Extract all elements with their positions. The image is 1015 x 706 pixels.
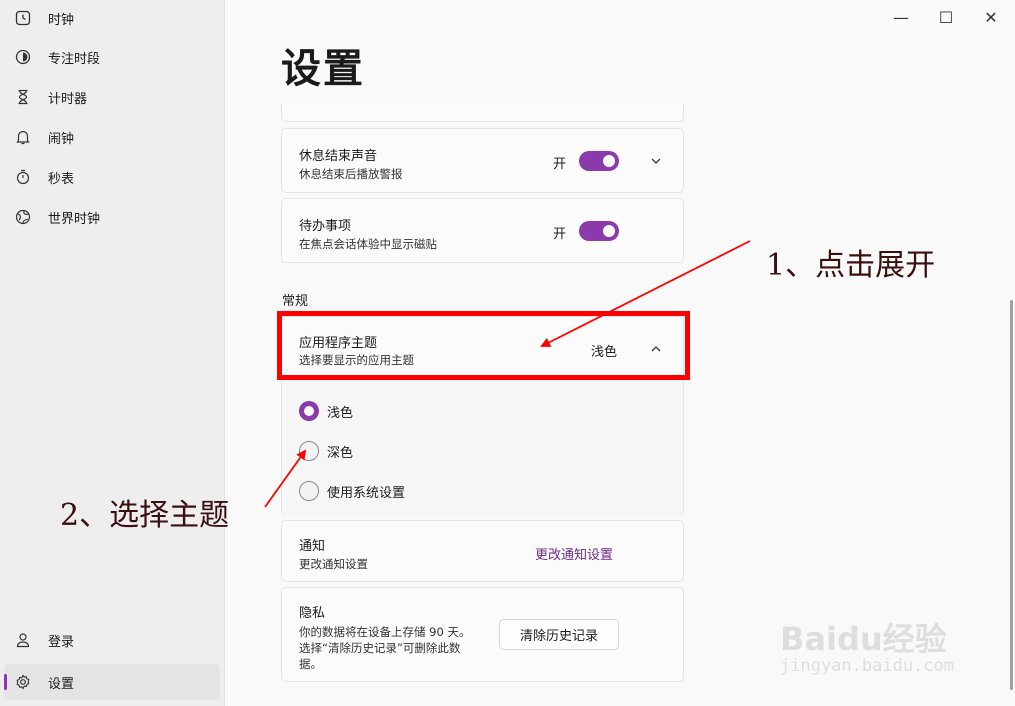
radio-selected[interactable] (299, 401, 319, 421)
break-sound-toggle[interactable] (579, 151, 619, 171)
sidebar-item-label: 设置 (48, 676, 75, 692)
watermark-logo: Baidu经验 (780, 620, 947, 658)
annotation-highlight-box (277, 311, 690, 380)
chevron-down-icon[interactable] (649, 154, 663, 168)
notifications-desc: 更改通知设置 (299, 557, 368, 571)
minimize-button[interactable]: — (890, 6, 912, 28)
option-label: 使用系统设置 (327, 485, 406, 501)
sidebar-item-alarm[interactable]: 闹钟 (4, 119, 220, 155)
annotation-step1: 1、点击展开 (766, 248, 936, 283)
user-icon (14, 631, 32, 649)
sidebar-item-focus[interactable]: 专注时段 (4, 39, 220, 75)
gear-icon (14, 673, 32, 691)
focus-icon (14, 48, 32, 66)
annotation-step2: 2、选择主题 (60, 498, 230, 533)
scrolled-card (281, 104, 684, 122)
sidebar-item-world-clock[interactable]: 世界时钟 (4, 199, 220, 235)
theme-option-system[interactable]: 使用系统设置 (299, 481, 405, 501)
notifications-title: 通知 (299, 539, 326, 554)
sidebar-item-label: 秒表 (48, 171, 75, 187)
theme-option-light[interactable]: 浅色 (299, 401, 353, 421)
sidebar: 时钟 专注时段 计时器 闹钟 秒表 世界时钟 登录 设置 (0, 0, 225, 706)
privacy-desc-3: 据。 (299, 657, 322, 671)
break-sound-desc: 休息结束后播放警报 (299, 167, 403, 181)
sidebar-item-settings[interactable]: 设置 (4, 664, 220, 700)
todo-state: 开 (553, 227, 567, 242)
privacy-desc-1: 你的数据将在设备上存储 90 天。 (299, 625, 471, 639)
break-sound-state: 开 (553, 157, 567, 172)
clock-icon (14, 9, 32, 27)
theme-option-dark[interactable]: 深色 (299, 441, 353, 461)
sidebar-item-label: 闹钟 (48, 131, 75, 147)
clear-history-button[interactable]: 清除历史记录 (499, 619, 619, 650)
sidebar-item-clock[interactable]: 时钟 (4, 0, 220, 36)
bell-icon (14, 128, 32, 146)
option-label: 深色 (327, 445, 354, 461)
sidebar-item-label: 登录 (48, 634, 75, 650)
watermark-url: jingyan.baidu.com (780, 656, 954, 676)
watermark: Baidu经验 jingyan.baidu.com (780, 596, 1000, 686)
sidebar-item-sign-in[interactable]: 登录 (4, 622, 220, 658)
hourglass-icon (14, 88, 32, 106)
notifications-card: 通知 更改通知设置 更改通知设置 (281, 520, 684, 582)
sidebar-item-label: 计时器 (48, 91, 88, 107)
sidebar-item-timer[interactable]: 计时器 (4, 79, 220, 115)
break-sound-title: 休息结束声音 (299, 149, 378, 164)
todo-title: 待办事项 (299, 219, 352, 234)
sidebar-item-label: 专注时段 (48, 51, 101, 67)
change-notifications-link[interactable]: 更改通知设置 (535, 544, 613, 563)
scrollbar[interactable] (1010, 300, 1013, 690)
radio-unselected[interactable] (299, 441, 319, 461)
theme-options: 浅色 深色 使用系统设置 (282, 380, 683, 516)
todo-toggle[interactable] (579, 221, 619, 241)
privacy-card: 隐私 你的数据将在设备上存储 90 天。 选择“清除历史记录”可删除此数 据。 … (281, 587, 684, 682)
globe-icon (14, 208, 32, 226)
radio-unselected[interactable] (299, 481, 319, 501)
section-general: 常规 (282, 294, 309, 309)
close-button[interactable]: ✕ (980, 6, 1002, 28)
sidebar-item-label: 世界时钟 (48, 211, 101, 227)
sidebar-item-stopwatch[interactable]: 秒表 (4, 159, 220, 195)
privacy-desc-2: 选择“清除历史记录”可删除此数 (299, 641, 461, 655)
page-title: 设置 (281, 46, 365, 92)
privacy-title: 隐私 (299, 606, 326, 621)
maximize-button[interactable]: ☐ (935, 6, 957, 28)
option-label: 浅色 (327, 405, 354, 421)
break-sound-card[interactable]: 休息结束声音 休息结束后播放警报 开 (281, 128, 684, 193)
todo-desc: 在焦点会话体验中显示磁贴 (299, 237, 437, 251)
sidebar-item-label: 时钟 (48, 12, 75, 28)
todo-card: 待办事项 在焦点会话体验中显示磁贴 开 (281, 198, 684, 263)
stopwatch-icon (14, 168, 32, 186)
